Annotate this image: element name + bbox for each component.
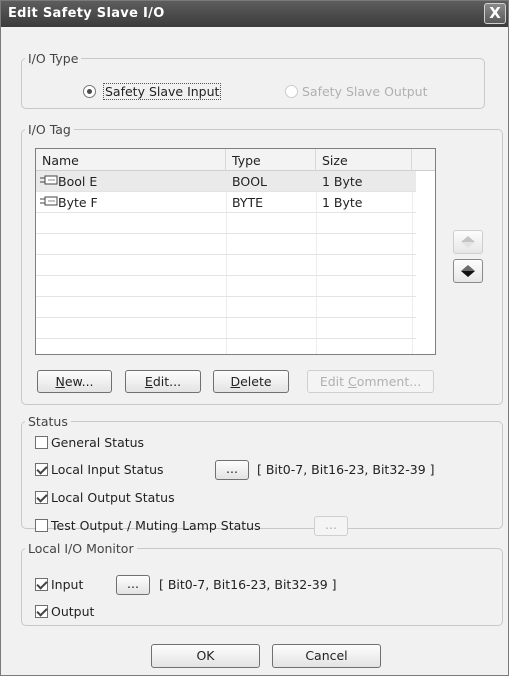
new-label-rest: ew... [64, 374, 94, 389]
tag-name: Bool E [58, 174, 98, 189]
test-output-ellipsis-button[interactable]: ... [314, 516, 348, 536]
tag-icon [40, 174, 58, 189]
radio-safety-slave-output[interactable]: Safety Slave Output [285, 84, 428, 99]
edit-button[interactable]: Edit... [125, 370, 201, 393]
tag-icon [40, 195, 58, 210]
ellipsis-label: ... [325, 517, 337, 532]
monitor-input-bits: [ Bit0-7, Bit16-23, Bit32-39 ] [159, 577, 337, 592]
tag-name: Byte F [58, 195, 98, 210]
local-output-status-label: Local Output Status [51, 490, 175, 505]
checkbox-monitor-output[interactable]: Output [35, 604, 94, 619]
ellipsis-label: ... [226, 461, 238, 476]
radio-safety-slave-input[interactable]: Safety Slave Input [83, 83, 222, 100]
title-bar: Edit Safety Slave I/O X [1, 1, 508, 27]
checkbox-general-status[interactable]: General Status [35, 435, 144, 450]
monitor-input-label: Input [51, 577, 84, 592]
io-tag-legend: I/O Tag [28, 122, 71, 137]
tag-size: 1 Byte [322, 195, 363, 210]
checkbox-unchecked-icon [35, 519, 48, 532]
io-tag-list[interactable]: Name Type Size Bool E BOOL 1 Byte Byte F… [35, 148, 436, 355]
checkbox-local-output-status[interactable]: Local Output Status [35, 490, 175, 505]
empty-row [36, 213, 416, 234]
column-header-type[interactable]: Type [226, 149, 316, 171]
local-input-status-ellipsis-button[interactable]: ... [215, 460, 249, 480]
empty-row [36, 255, 416, 276]
column-header-name[interactable]: Name [36, 149, 226, 171]
delete-mnemonic: D [230, 374, 241, 389]
move-down-icon [461, 265, 475, 277]
radio-unchecked-icon [285, 85, 298, 98]
tag-type: BYTE [232, 195, 264, 210]
dialog-title: Edit Safety Slave I/O [8, 6, 165, 21]
table-row[interactable]: Byte F BYTE 1 Byte [36, 192, 416, 213]
empty-row [36, 318, 416, 339]
radio-safety-slave-input-label: Safety Slave Input [102, 83, 222, 100]
checkbox-local-input-status[interactable]: Local Input Status [35, 462, 164, 477]
close-icon: X [489, 4, 501, 22]
local-io-monitor-legend: Local I/O Monitor [28, 541, 134, 556]
column-header-size[interactable]: Size [316, 149, 412, 171]
close-button[interactable]: X [484, 3, 506, 24]
ok-button[interactable]: OK [151, 644, 260, 668]
new-mnemonic: N [55, 374, 65, 389]
checkbox-checked-icon [35, 491, 48, 504]
ellipsis-label: ... [127, 576, 139, 591]
empty-row [36, 234, 416, 255]
local-input-status-bits: [ Bit0-7, Bit16-23, Bit32-39 ] [257, 462, 435, 477]
edit-mnemonic: E [144, 374, 153, 389]
checkbox-unchecked-icon [35, 436, 48, 449]
checkbox-checked-icon [35, 463, 48, 476]
table-row[interactable]: Bool E BOOL 1 Byte [36, 171, 416, 192]
empty-row [36, 276, 416, 297]
radio-checked-icon [83, 85, 96, 98]
test-output-muting-lamp-label: Test Output / Muting Lamp Status [51, 518, 261, 533]
checkbox-checked-icon [35, 578, 48, 591]
edit-comment-label-rest: omment... [356, 374, 422, 389]
cancel-label: Cancel [305, 648, 348, 663]
checkbox-test-output-muting-lamp[interactable]: Test Output / Muting Lamp Status [35, 518, 261, 533]
new-button[interactable]: New... [37, 370, 112, 393]
move-up-icon [461, 236, 475, 248]
monitor-output-label: Output [51, 604, 95, 619]
tag-size: 1 Byte [322, 174, 363, 189]
ok-label: OK [196, 648, 215, 663]
checkbox-monitor-input[interactable]: Input [35, 577, 83, 592]
edit-comment-button[interactable]: Edit Comment... [307, 370, 434, 393]
delete-label-rest: elete [240, 374, 272, 389]
general-status-label: General Status [51, 435, 145, 450]
status-legend: Status [28, 414, 68, 429]
local-input-status-label: Local Input Status [51, 462, 164, 477]
empty-row [36, 297, 416, 318]
tag-type: BOOL [232, 174, 267, 189]
io-type-group: I/O Type [21, 51, 485, 109]
checkbox-checked-icon [35, 605, 48, 618]
io-type-legend: I/O Type [28, 51, 79, 66]
move-down-button[interactable] [453, 259, 483, 283]
list-header: Name Type Size [36, 149, 435, 171]
cancel-button[interactable]: Cancel [272, 644, 381, 668]
delete-button[interactable]: Delete [213, 370, 289, 393]
edit-comment-label-start: Edit [319, 374, 348, 389]
monitor-input-ellipsis-button[interactable]: ... [116, 575, 150, 595]
edit-comment-mnemonic: C [348, 374, 357, 389]
edit-safety-slave-io-dialog: Edit Safety Slave I/O X I/O Type Safety … [0, 0, 509, 676]
radio-safety-slave-output-label: Safety Slave Output [301, 84, 428, 99]
edit-label-rest: dit... [152, 374, 182, 389]
move-up-button[interactable] [453, 230, 483, 254]
